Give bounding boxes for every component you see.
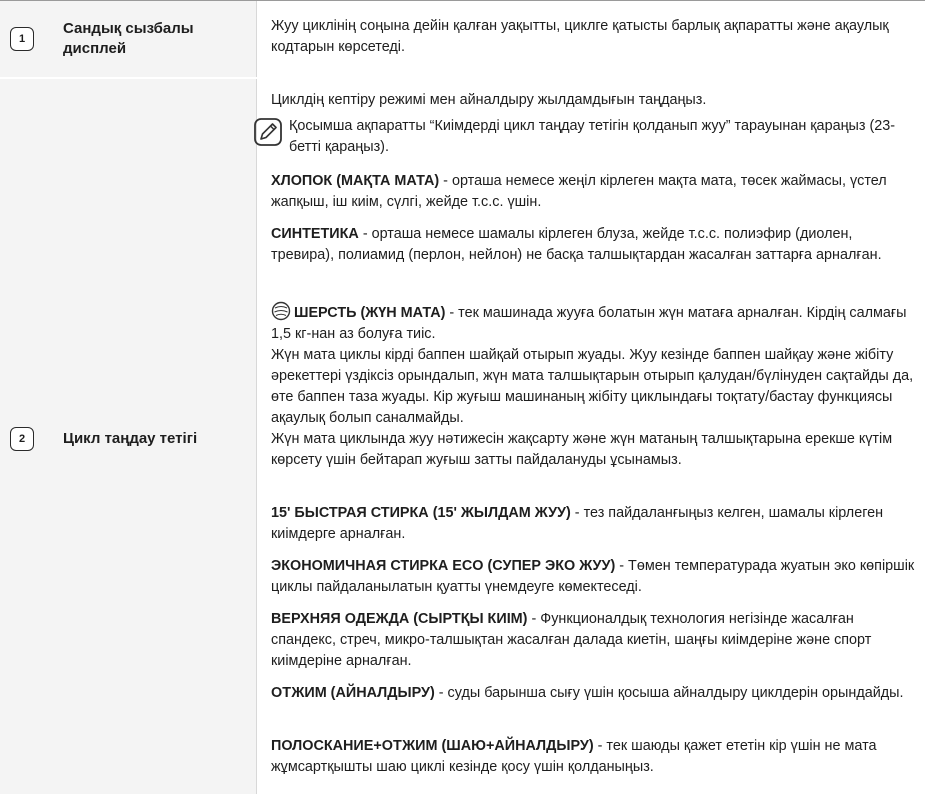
cycle-name: СИНТЕТИКА <box>271 226 359 242</box>
wool-details: Жүн мата циклы кірді баппен шайқай отыры… <box>271 347 914 426</box>
cycle-description: - орташа немесе шамалы кірлеген блуза, ж… <box>271 226 882 263</box>
row-description: Жуу циклінің соңына дейін қалған уақытты… <box>271 18 889 55</box>
row-label: Сандық сызбалы дисплей <box>63 20 194 57</box>
cycle-name: ВЕРХНЯЯ ОДЕЖДА (СЫРТҚЫ КИІМ) <box>271 611 528 627</box>
cycle-name: ПОЛОСКАНИЕ+ОТЖИМ (ШАЮ+АЙНАЛДЫРУ) <box>271 738 594 754</box>
row-label-cell: 1 Сандық сызбалы дисплей <box>0 1 256 78</box>
note-text: Қосымша ақпаратты “Киімдерді цикл таңдау… <box>289 118 896 155</box>
cycle-item: ПОЛОСКАНИЕ+ОТЖИМ (ШАЮ+АЙНАЛДЫРУ) - тек ш… <box>271 736 915 778</box>
row-description-cell: Жуу циклінің соңына дейін қалған уақытты… <box>256 1 925 78</box>
cycle-name: 15' БЫСТРАЯ СТИРКА (15' ЖЫЛДАМ ЖУУ) <box>271 505 571 521</box>
table-row-display: 1 Сандық сызбалы дисплей Жуу циклінің со… <box>0 0 925 78</box>
cycle-item: ШЕРСТЬ (ЖҮН МАТА) - тек машинада жууға б… <box>271 301 915 471</box>
table-row-cycle-selector: 2 Цикл таңдау тетігі Циклдің кептіру реж… <box>0 79 925 794</box>
cycle-item: 15' БЫСТРАЯ СТИРКА (15' ЖЫЛДАМ ЖУУ) - те… <box>271 503 915 545</box>
cycle-name: ХЛОПОК (МАҚТА МАТА) <box>271 173 440 189</box>
row-label: Цикл таңдау тетігі <box>63 430 198 447</box>
cycle-name: ЭКОНОМИЧНАЯ СТИРКА ECO (СУПЕР ЭКО ЖУУ) <box>271 558 616 574</box>
row-description-cell: Циклдің кептіру режимі мен айналдыру жыл… <box>253 79 925 794</box>
cycle-name: ОТЖИМ (АЙНАЛДЫРУ) <box>271 685 435 701</box>
row-number-badge: 1 <box>10 27 34 51</box>
note-pencil-icon <box>254 118 282 146</box>
cycle-description: - суды барынша сығу үшін қосыша айналдыр… <box>434 685 904 701</box>
row-number-badge: 2 <box>10 427 34 451</box>
note-block: Қосымша ақпаратты “Киімдерді цикл таңдау… <box>253 117 915 163</box>
cycle-item: ОТЖИМ (АЙНАЛДЫРУ) - суды барынша сығу үш… <box>271 683 915 704</box>
cycle-item: ХЛОПОК (МАҚТА МАТА) - орташа немесе жеңі… <box>271 171 915 213</box>
wool-recommendation: Жүн мата циклында жуу нәтижесін жақсарту… <box>271 431 893 468</box>
cycle-item: СИНТЕТИКА - орташа немесе шамалы кірлеге… <box>271 224 915 266</box>
cycle-name: ШЕРСТЬ (ЖҮН МАТА) <box>294 305 446 321</box>
wool-ball-icon <box>271 301 291 321</box>
row-label-cell: 2 Цикл таңдау тетігі <box>0 79 256 794</box>
intro-text: Циклдің кептіру режимі мен айналдыру жыл… <box>271 92 707 108</box>
cycle-item: ЭКОНОМИЧНАЯ СТИРКА ECO (СУПЕР ЭКО ЖУУ) -… <box>271 556 915 598</box>
cycle-item: ВЕРХНЯЯ ОДЕЖДА (СЫРТҚЫ КИІМ) - Функциона… <box>271 609 915 672</box>
